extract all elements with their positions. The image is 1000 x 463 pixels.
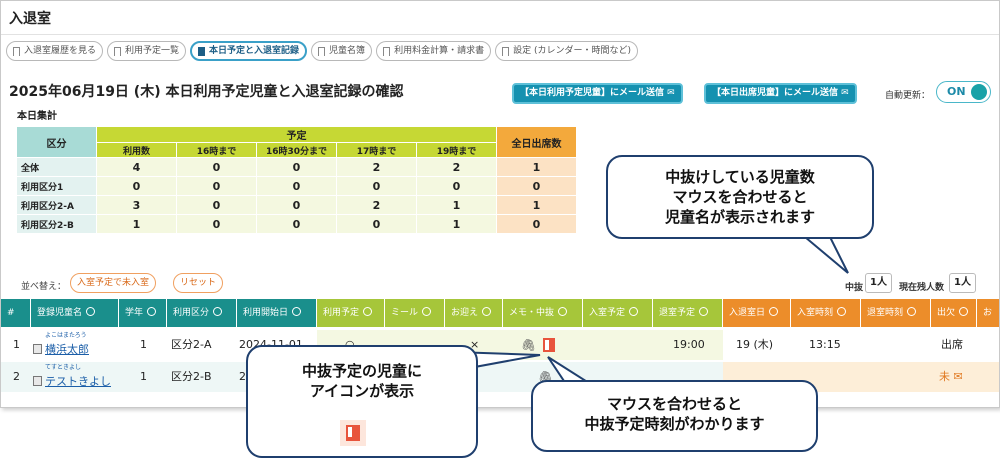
callout-hover-time: マウスを合わせると 中抜予定時刻がわかります [531, 380, 818, 452]
exit-icon [346, 425, 360, 441]
exit-icon-sample [340, 420, 366, 446]
tail-c1 [802, 236, 849, 274]
callout-nakanuke-count: 中抜けしている児童数 マウスを合わせると 児童名が表示されます [606, 155, 874, 239]
